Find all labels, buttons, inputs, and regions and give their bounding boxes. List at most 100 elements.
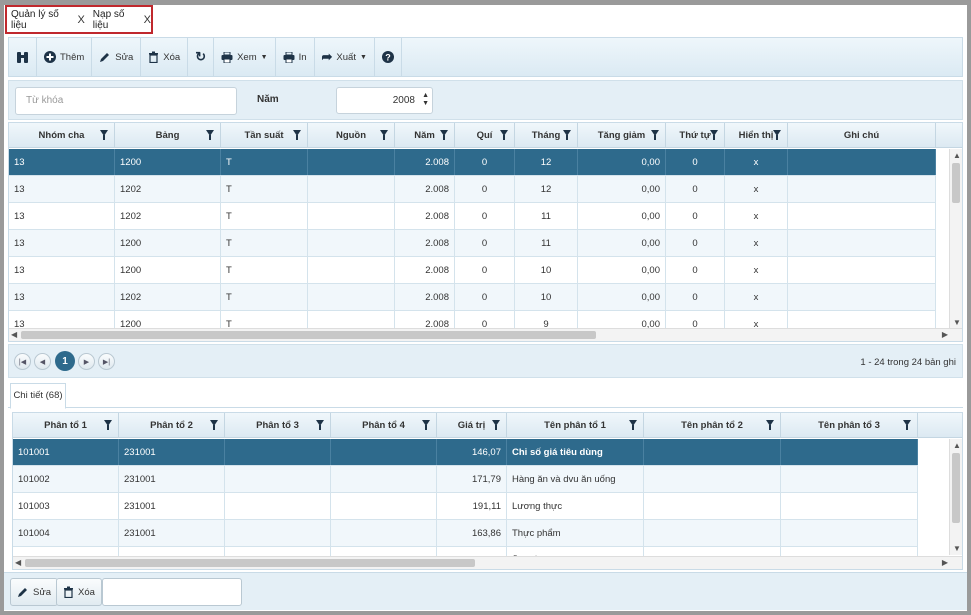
print-button[interactable]: In (276, 38, 315, 76)
column-header[interactable]: Nhóm cha (9, 123, 115, 148)
table-row[interactable]: 13 1200 T 2.008 0 12 0,00 0 x (9, 149, 936, 176)
table-cell: 13 (9, 284, 115, 310)
current-page-button[interactable]: 1 (55, 351, 75, 371)
table-cell: 1200 (115, 257, 221, 283)
table-cell: Hàng ăn và dvu ăn uống (507, 466, 644, 492)
table-cell: 0 (666, 257, 725, 283)
prev-page-button[interactable]: ◀ (34, 353, 51, 370)
column-header-label: Tăng giảm (597, 130, 646, 141)
filter-icon[interactable] (651, 130, 659, 140)
column-header-label: Năm (414, 130, 435, 141)
scroll-down-icon[interactable]: ▼ (953, 544, 961, 553)
column-header[interactable]: Bảng (115, 123, 221, 148)
edit-button[interactable]: Sửa (92, 38, 142, 76)
table-row[interactable]: 13 1202 T 2.008 0 12 0,00 0 x (9, 176, 936, 203)
column-header[interactable]: Thứ tự (666, 123, 725, 148)
filter-icon[interactable] (766, 420, 774, 430)
delete-label: Xóa (163, 51, 181, 63)
column-header[interactable]: Nguồn (308, 123, 395, 148)
table-row[interactable]: 13 1200 T 2.008 0 11 0,00 0 x (9, 230, 936, 257)
vertical-scrollbar[interactable]: ▲ ▼ (949, 149, 962, 329)
horizontal-scrollbar[interactable]: ◀ ▶ (13, 556, 962, 569)
filter-icon[interactable] (903, 420, 911, 430)
help-button[interactable]: ? (375, 38, 402, 76)
column-header[interactable]: Phân tổ 3 (225, 413, 331, 438)
table-row[interactable]: 101002 231001 171,79 Hàng ăn và dvu ăn uống (13, 466, 918, 493)
detail-grid-header: Phân tổ 1 Phân tổ 2 Phân tổ 3 Phân tổ 4 Giá … (13, 413, 962, 438)
filter-icon[interactable] (210, 420, 218, 430)
view-button[interactable]: Xem ▼ (214, 38, 276, 76)
column-header[interactable]: Năm (395, 123, 455, 148)
scroll-left-icon[interactable]: ◀ (11, 330, 17, 339)
column-header[interactable]: Hiển thị (725, 123, 788, 148)
filter-icon[interactable] (206, 130, 214, 140)
find-button[interactable] (9, 38, 37, 76)
scroll-thumb[interactable] (952, 163, 960, 203)
table-row[interactable]: 13 1202 T 2.008 0 10 0,00 0 x (9, 284, 936, 311)
column-header[interactable]: Giá trị (437, 413, 507, 438)
refresh-button[interactable]: ↻ (188, 38, 215, 76)
column-header[interactable]: Phân tổ 1 (13, 413, 119, 438)
column-header[interactable]: Tháng (515, 123, 578, 148)
scroll-thumb[interactable] (952, 453, 960, 523)
column-header[interactable]: Tên phân tổ 2 (644, 413, 781, 438)
tab-nap-so-lieu[interactable]: Nạp số liệu X (93, 9, 151, 31)
table-row[interactable]: 101004 231001 163,86 Thực phẩm (13, 520, 918, 547)
scroll-up-icon[interactable]: ▲ (953, 441, 961, 450)
spinner-icon[interactable]: ▲ ▼ (422, 92, 429, 108)
table-row[interactable]: 101001 231001 146,07 Chỉ số giá tiêu dùng (13, 439, 918, 466)
filter-icon[interactable] (710, 130, 718, 140)
column-header[interactable]: Phân tổ 4 (331, 413, 437, 438)
filter-icon[interactable] (422, 420, 430, 430)
next-page-button[interactable]: ▶ (78, 353, 95, 370)
filter-icon[interactable] (500, 130, 508, 140)
tab-chi-tiet[interactable]: Chi tiết (68) (10, 383, 66, 409)
column-header-label: Tên phân tổ 1 (544, 420, 606, 431)
column-header[interactable]: Ghi chú (788, 123, 936, 148)
column-header[interactable]: Tên phân tổ 3 (781, 413, 918, 438)
table-row[interactable]: 101003 231001 191,11 Lương thực (13, 493, 918, 520)
vertical-scrollbar[interactable]: ▲ ▼ (949, 439, 962, 555)
table-cell: 2.008 (395, 284, 455, 310)
table-cell (788, 149, 936, 175)
horizontal-scrollbar[interactable]: ◀ ▶ (9, 328, 962, 341)
filter-icon[interactable] (563, 130, 571, 140)
column-header[interactable]: Phân tổ 2 (119, 413, 225, 438)
scroll-thumb[interactable] (25, 559, 475, 567)
scroll-left-icon[interactable]: ◀ (15, 558, 21, 567)
filter-icon[interactable] (380, 130, 388, 140)
scroll-right-icon[interactable]: ▶ (942, 330, 948, 339)
detail-delete-button[interactable]: Xóa (56, 578, 102, 606)
filter-icon[interactable] (440, 130, 448, 140)
filter-icon[interactable] (629, 420, 637, 430)
year-input[interactable]: 2008 ▲ ▼ (336, 87, 433, 114)
keyword-input[interactable]: Từ khóa (15, 87, 237, 115)
filter-icon[interactable] (100, 130, 108, 140)
scroll-right-icon[interactable]: ▶ (942, 558, 948, 567)
column-header[interactable]: Tăng giảm (578, 123, 666, 148)
column-header[interactable]: Tần suất (221, 123, 308, 148)
filter-icon[interactable] (492, 420, 500, 430)
detail-input[interactable] (102, 578, 242, 606)
column-header[interactable]: Tên phân tổ 1 (507, 413, 644, 438)
tab-quan-ly-so-lieu[interactable]: Quản lý số liệu X (11, 9, 85, 31)
filter-icon[interactable] (316, 420, 324, 430)
scroll-up-icon[interactable]: ▲ (953, 151, 961, 160)
add-button[interactable]: Thêm (37, 38, 93, 76)
detail-edit-button[interactable]: Sửa (10, 578, 58, 606)
delete-button[interactable]: Xóa (141, 38, 189, 76)
first-page-button[interactable]: |◀ (14, 353, 31, 370)
column-header-label: Ghi chú (843, 130, 880, 141)
close-icon[interactable]: X (77, 14, 84, 26)
table-row[interactable]: 13 1200 T 2.008 0 10 0,00 0 x (9, 257, 936, 284)
filter-icon[interactable] (104, 420, 112, 430)
scroll-thumb[interactable] (21, 331, 596, 339)
last-page-button[interactable]: ▶| (98, 353, 115, 370)
table-row[interactable]: 13 1202 T 2.008 0 11 0,00 0 x (9, 203, 936, 230)
scroll-down-icon[interactable]: ▼ (953, 318, 961, 327)
filter-icon[interactable] (293, 130, 301, 140)
filter-icon[interactable] (773, 130, 781, 140)
export-button[interactable]: ➦ Xuất ▼ (315, 38, 375, 76)
column-header[interactable]: Quí (455, 123, 515, 148)
close-icon[interactable]: X (144, 14, 151, 26)
